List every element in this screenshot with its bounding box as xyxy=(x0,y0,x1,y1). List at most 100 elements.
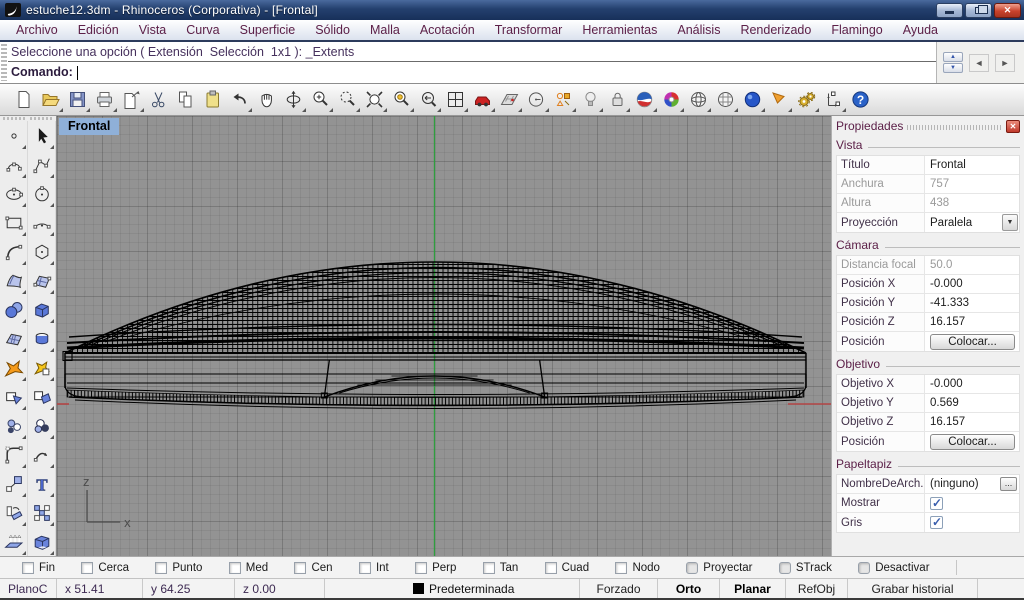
menu-ayuda[interactable]: Ayuda xyxy=(893,21,948,39)
menu-analisis[interactable]: Análisis xyxy=(667,21,730,39)
menu-solido[interactable]: Sólido xyxy=(305,21,360,39)
command-input[interactable]: Comando: xyxy=(8,62,936,83)
open-file-button[interactable] xyxy=(37,86,64,113)
menu-renderizado[interactable]: Renderizado xyxy=(730,21,821,39)
osnap-proyectar[interactable]: Proyectar xyxy=(686,562,752,574)
cplane-pane[interactable]: PlanoC xyxy=(0,579,57,598)
objetivo-z-value[interactable]: 16.157 xyxy=(925,413,1019,431)
osnap-nodo[interactable]: Nodo xyxy=(615,562,660,574)
tool-array[interactable] xyxy=(28,498,56,527)
menu-acotacion[interactable]: Acotación xyxy=(410,21,485,39)
current-layer-pane[interactable]: Predeterminada xyxy=(405,579,580,598)
checkbox-icon[interactable] xyxy=(779,562,791,574)
osnap-cerca[interactable]: Cerca xyxy=(81,562,129,574)
options-button[interactable] xyxy=(793,86,820,113)
zoom-extents-button[interactable] xyxy=(361,86,388,113)
refobj-toggle[interactable]: RefObj xyxy=(786,579,848,598)
tool-circle[interactable] xyxy=(28,179,56,208)
tool-blend-curve[interactable] xyxy=(28,440,56,469)
objetivo-colocar-button[interactable]: Colocar... xyxy=(930,434,1015,450)
help-button[interactable]: ? xyxy=(847,86,874,113)
camara-posx-value[interactable]: -0.000 xyxy=(925,275,1019,293)
zoom-previous-button[interactable] xyxy=(415,86,442,113)
camara-colocar-button[interactable]: Colocar... xyxy=(930,334,1015,350)
checkbox-icon[interactable] xyxy=(686,562,698,574)
menu-vista[interactable]: Vista xyxy=(129,21,177,39)
checkbox-icon[interactable] xyxy=(615,562,627,574)
render-button[interactable] xyxy=(739,86,766,113)
zoom-window-button[interactable] xyxy=(334,86,361,113)
proyeccion-value[interactable]: Paralela xyxy=(930,217,972,229)
cplane-button[interactable] xyxy=(496,86,523,113)
nombre-archivo-value[interactable]: (ninguno) xyxy=(930,478,979,490)
tool-arc[interactable] xyxy=(28,208,56,237)
tool-curve[interactable] xyxy=(0,150,28,179)
menu-flamingo[interactable]: Flamingo xyxy=(821,21,892,39)
spinner-down-button[interactable]: ▼ xyxy=(943,63,963,73)
cut-button[interactable] xyxy=(145,86,172,113)
rotate-view-button[interactable] xyxy=(280,86,307,113)
shaded-display-button[interactable] xyxy=(631,86,658,113)
forzado-toggle[interactable]: Forzado xyxy=(580,579,658,598)
objetivo-y-value[interactable]: 0.569 xyxy=(925,394,1019,412)
tool-boolean-difference[interactable] xyxy=(28,411,56,440)
wireframe-sphere-button[interactable] xyxy=(685,86,712,113)
checkbox-icon[interactable] xyxy=(359,562,371,574)
zoom-dynamic-button[interactable] xyxy=(307,86,334,113)
objetivo-x-value[interactable]: -0.000 xyxy=(925,375,1019,393)
checkbox-icon[interactable] xyxy=(229,562,241,574)
panel-drag-dots[interactable] xyxy=(907,125,1002,130)
checkbox-icon[interactable] xyxy=(483,562,495,574)
spinner-up-button[interactable]: ▲ xyxy=(943,52,963,62)
osnap-perp[interactable]: Perp xyxy=(415,562,456,574)
minimize-button[interactable] xyxy=(936,3,963,18)
tool-ellipse[interactable] xyxy=(0,179,28,208)
tool-split[interactable] xyxy=(28,382,56,411)
tool-spheres[interactable] xyxy=(0,295,28,324)
orto-toggle[interactable]: Orto xyxy=(658,579,720,598)
tool-revolve[interactable] xyxy=(28,324,56,353)
new-file-button[interactable] xyxy=(10,86,37,113)
osnap-cen[interactable]: Cen xyxy=(294,562,332,574)
tool-surface-corner[interactable] xyxy=(28,266,56,295)
tool-rotate-copy[interactable] xyxy=(0,498,28,527)
tool-text[interactable]: T xyxy=(28,469,56,498)
osnap-desactivar[interactable]: Desactivar xyxy=(858,562,929,574)
checkbox-icon[interactable] xyxy=(545,562,557,574)
tool-extrude[interactable] xyxy=(0,527,28,556)
named-views-button[interactable] xyxy=(469,86,496,113)
tool-rectangle[interactable] xyxy=(0,208,28,237)
osnap-strack[interactable]: STrack xyxy=(779,562,832,574)
menu-transformar[interactable]: Transformar xyxy=(485,21,573,39)
viewport-title-tab[interactable]: Frontal xyxy=(59,118,119,135)
titulo-value[interactable]: Frontal xyxy=(925,156,1019,174)
osnap-tan[interactable]: Tan xyxy=(483,562,519,574)
undo-button[interactable] xyxy=(226,86,253,113)
menu-superficie[interactable]: Superficie xyxy=(230,21,306,39)
zoom-selected-button[interactable] xyxy=(388,86,415,113)
print-button[interactable] xyxy=(91,86,118,113)
tool-boolean-orange[interactable] xyxy=(28,353,56,382)
osnap-cuad[interactable]: Cuad xyxy=(545,562,590,574)
grabar-historial-toggle[interactable]: Grabar historial xyxy=(848,579,978,598)
camara-posz-value[interactable]: 16.157 xyxy=(925,313,1019,331)
tool-scale[interactable] xyxy=(0,469,28,498)
paste-button[interactable] xyxy=(199,86,226,113)
export-button[interactable] xyxy=(118,86,145,113)
proyeccion-dropdown-button[interactable]: ▼ xyxy=(1002,214,1018,231)
tool-boolean-union[interactable] xyxy=(0,411,28,440)
restore-button[interactable] xyxy=(965,3,992,18)
dimension-button[interactable] xyxy=(820,86,847,113)
tool-select[interactable] xyxy=(28,121,56,150)
menu-malla[interactable]: Malla xyxy=(360,21,410,39)
tool-polygon[interactable] xyxy=(28,237,56,266)
color-wheel-button[interactable] xyxy=(658,86,685,113)
save-button[interactable] xyxy=(64,86,91,113)
checkbox-icon[interactable] xyxy=(294,562,306,574)
pan-button[interactable] xyxy=(253,86,280,113)
viewport-layout-button[interactable] xyxy=(442,86,469,113)
tool-mesh-surface[interactable] xyxy=(0,324,28,353)
checkbox-icon[interactable] xyxy=(858,562,870,574)
lock-button[interactable] xyxy=(604,86,631,113)
menu-curva[interactable]: Curva xyxy=(176,21,229,39)
